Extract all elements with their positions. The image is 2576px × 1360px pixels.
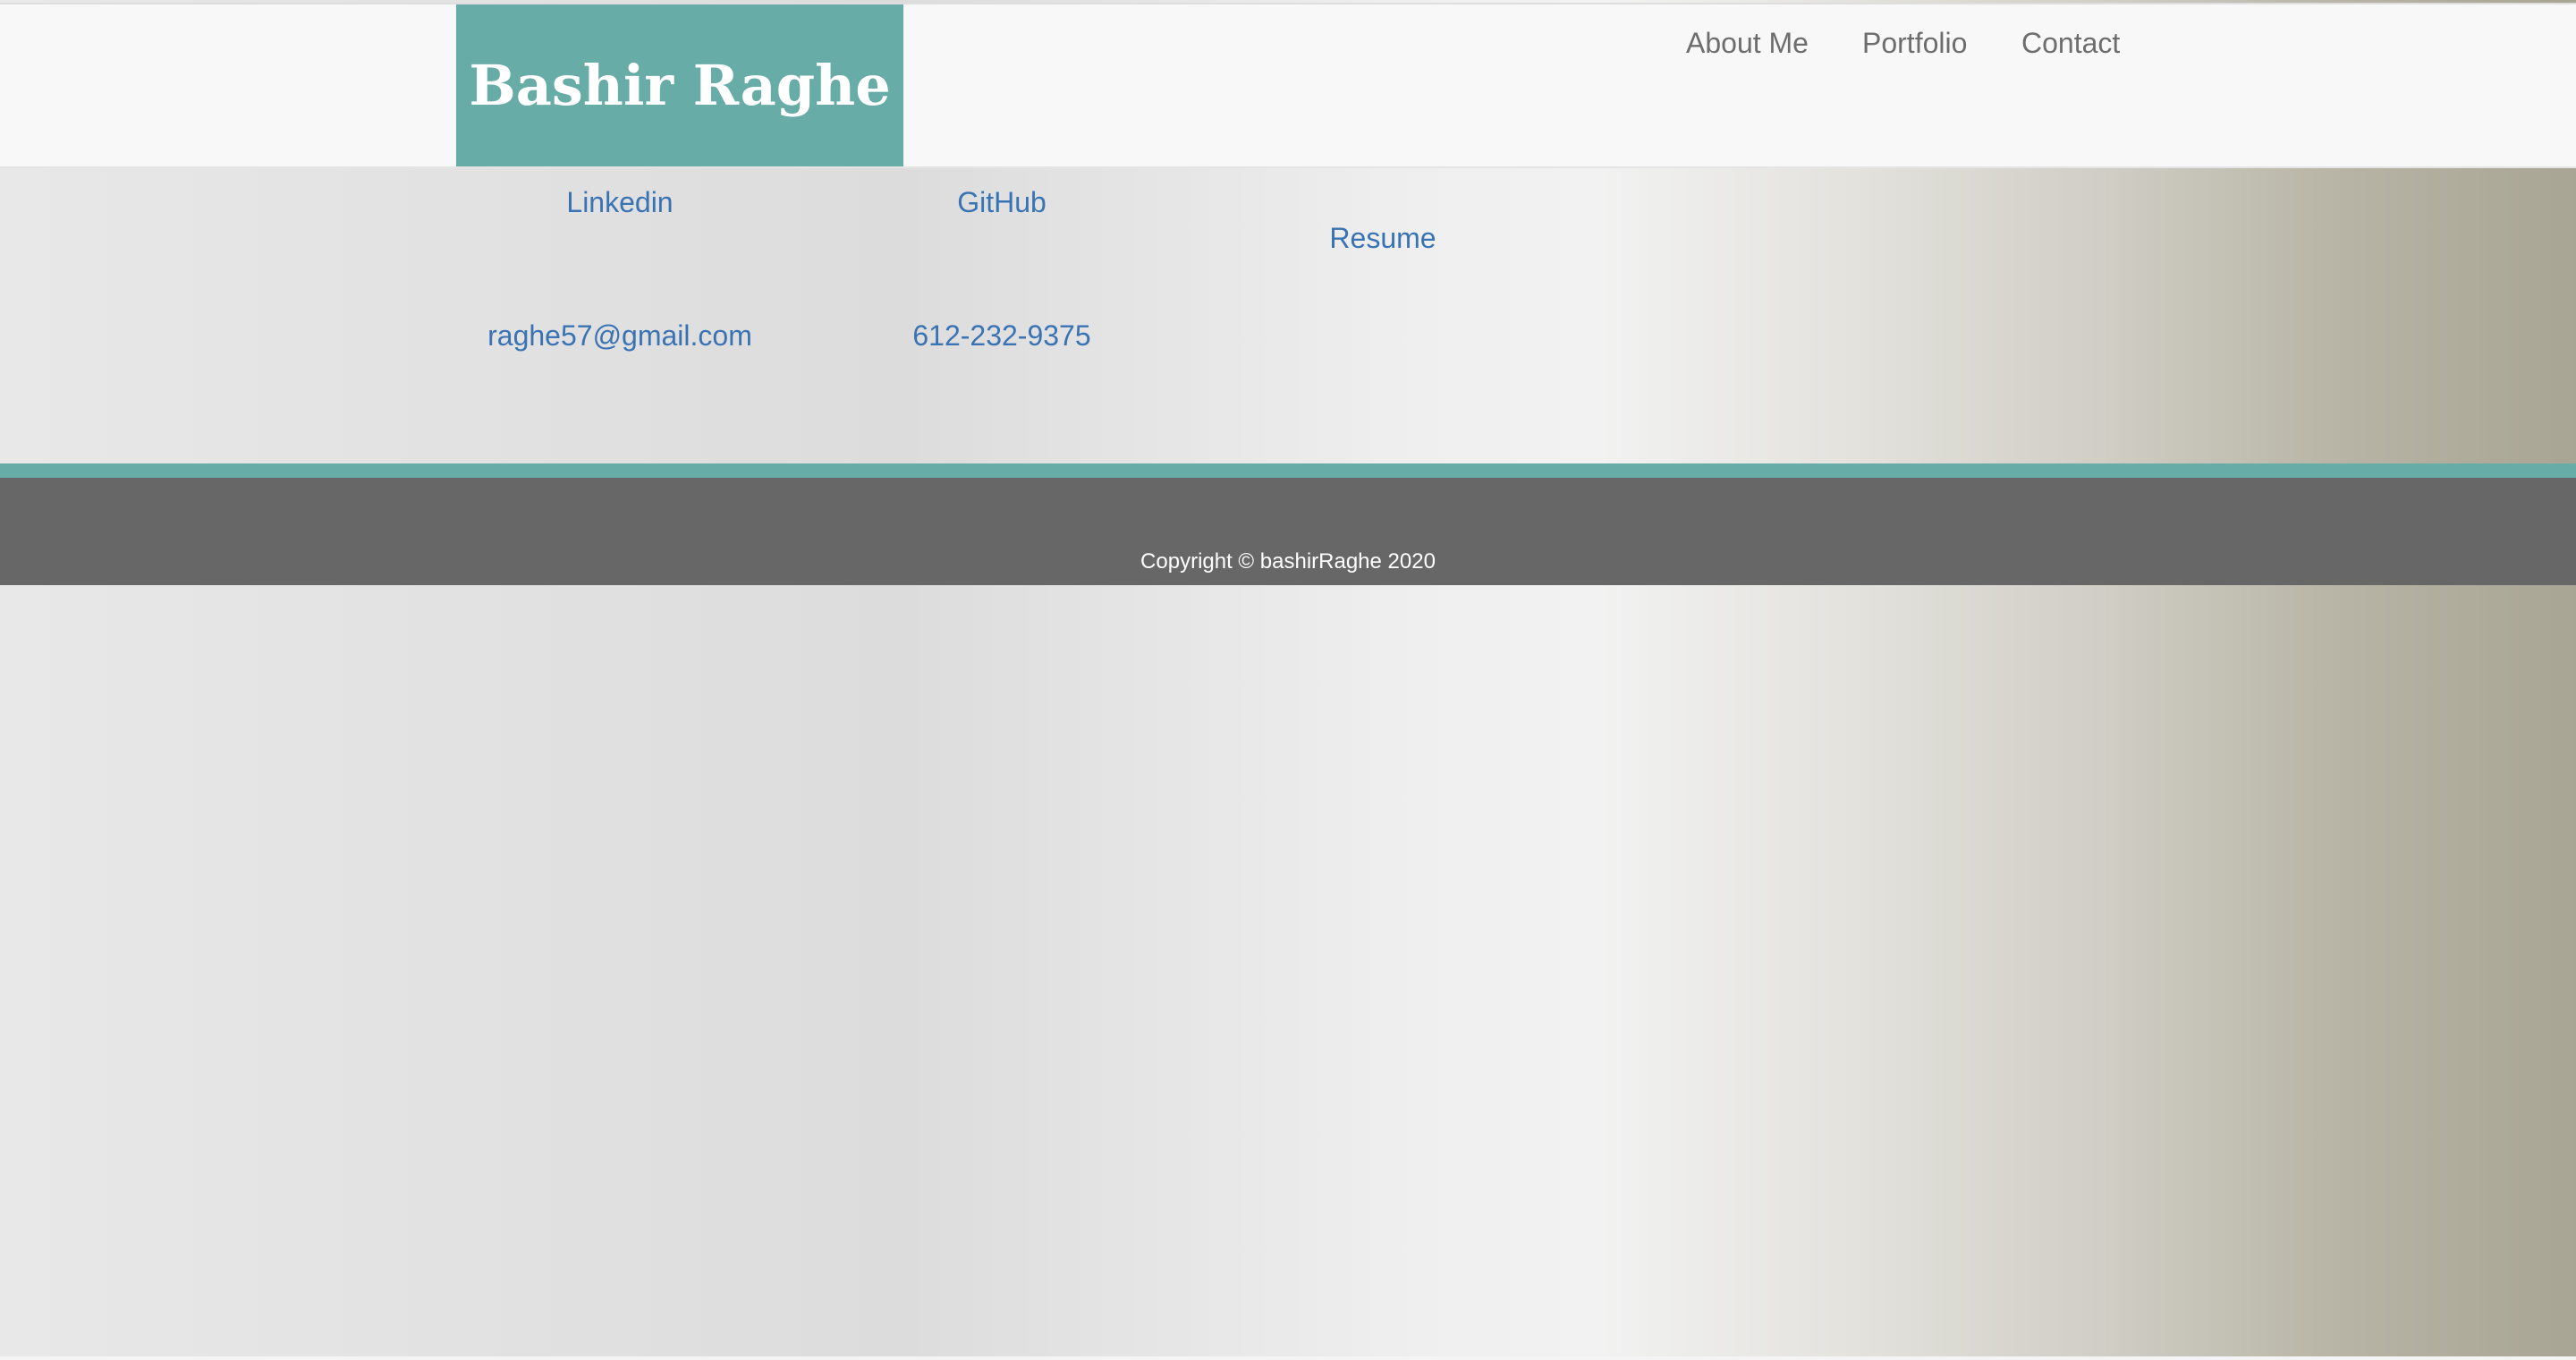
github-link[interactable]: GitHub [957,186,1046,219]
site-header: Bashir Raghe [0,4,2576,168]
linkedin-link[interactable]: Linkedin [566,186,673,219]
nav-about-me[interactable]: About Me [1686,27,1809,60]
bottom-border [0,1356,2576,1360]
copyright-text: Copyright © bashirRaghe 2020 [1140,549,1436,574]
nav-contact[interactable]: Contact [2021,27,2120,60]
footer-accent-stripe [0,463,2576,478]
brand-name[interactable]: Bashir Raghe [469,53,890,118]
phone-link[interactable]: 612-232-9375 [912,319,1090,353]
email-link[interactable]: raghe57@gmail.com [487,319,752,353]
brand-logo-box[interactable]: Bashir Raghe [456,4,903,166]
resume-link[interactable]: Resume [1329,222,1436,255]
nav-portfolio[interactable]: Portfolio [1862,27,1967,60]
site-footer: Copyright © bashirRaghe 2020 [0,478,2576,585]
